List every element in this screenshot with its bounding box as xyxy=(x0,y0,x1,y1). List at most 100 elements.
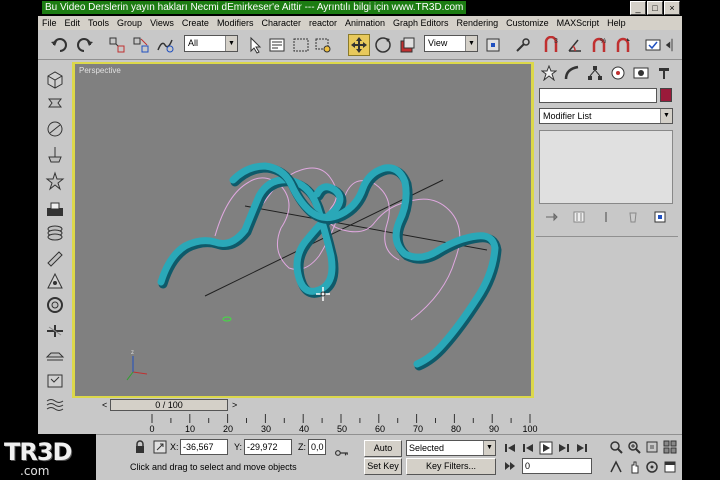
arc-rotate-icon[interactable] xyxy=(644,459,660,475)
maximize-button[interactable]: □ xyxy=(647,1,663,15)
zoom-extents-icon[interactable] xyxy=(644,439,660,455)
angle-snap-icon[interactable] xyxy=(564,34,586,56)
select-and-rotate-icon[interactable] xyxy=(372,34,394,56)
modifier-stack[interactable] xyxy=(539,130,673,204)
object-color-swatch[interactable] xyxy=(660,88,672,102)
named-selection-sets-icon[interactable] xyxy=(642,34,664,56)
helpers-icon[interactable] xyxy=(44,170,66,192)
show-end-result-icon[interactable] xyxy=(572,210,586,227)
patch-grids-icon[interactable] xyxy=(44,246,66,268)
select-and-manipulate-icon[interactable] xyxy=(512,34,534,56)
make-unique-icon[interactable] xyxy=(599,210,613,227)
menu-animation[interactable]: Animation xyxy=(345,18,385,28)
motion-tab-icon[interactable] xyxy=(607,64,628,82)
key-mode-toggle-icon[interactable] xyxy=(502,458,518,474)
reference-coordinate-dropdown[interactable]: View ▼ xyxy=(424,35,478,52)
previous-frame-icon[interactable] xyxy=(520,440,536,456)
key-filters-button[interactable]: Key Filters... xyxy=(406,458,496,475)
zoom-extents-all-icon[interactable] xyxy=(662,439,678,455)
display-tab-icon[interactable] xyxy=(630,64,651,82)
use-pivot-center-icon[interactable] xyxy=(482,34,504,56)
field-of-view-icon[interactable] xyxy=(608,459,624,475)
menu-graph-editors[interactable]: Graph Editors xyxy=(393,18,449,28)
rectangular-selection-icon[interactable] xyxy=(290,34,312,56)
time-slider[interactable]: < 0 / 100 > xyxy=(72,398,534,412)
bind-space-warp-icon[interactable] xyxy=(154,34,176,56)
menu-create[interactable]: Create xyxy=(182,18,209,28)
select-by-name-icon[interactable] xyxy=(266,34,288,56)
pin-stack-icon[interactable] xyxy=(545,210,559,227)
y-coordinate-field[interactable]: -29,972 xyxy=(244,439,292,455)
select-and-scale-icon[interactable] xyxy=(396,34,418,56)
mr-objects-icon[interactable] xyxy=(44,320,66,342)
current-frame-field[interactable]: 0 xyxy=(522,458,592,474)
tube-object[interactable] xyxy=(157,176,344,295)
mirror-icon[interactable] xyxy=(664,34,680,56)
track-bar[interactable]: 0 10 20 30 40 50 60 70 80 90 100 xyxy=(72,412,538,434)
dynamics-icon[interactable] xyxy=(44,294,66,316)
selection-filter-dropdown[interactable]: All ▼ xyxy=(184,35,238,52)
menu-rendering[interactable]: Rendering xyxy=(457,18,499,28)
pan-view-icon[interactable] xyxy=(626,459,642,475)
select-object-icon[interactable] xyxy=(244,34,266,56)
zoom-icon[interactable] xyxy=(608,439,624,455)
menu-views[interactable]: Views xyxy=(150,18,174,28)
sphere-icon[interactable] xyxy=(44,118,66,140)
play-icon[interactable] xyxy=(538,440,554,456)
go-to-end-icon[interactable] xyxy=(574,440,590,456)
select-and-move-icon[interactable] xyxy=(348,34,370,56)
particles-icon[interactable] xyxy=(44,222,66,244)
menu-group[interactable]: Group xyxy=(117,18,142,28)
create-tab-icon[interactable] xyxy=(538,64,559,82)
menu-character[interactable]: Character xyxy=(261,18,301,28)
key-mode-dropdown[interactable]: Selected ▼ xyxy=(406,440,496,456)
lights-icon[interactable] xyxy=(44,144,66,166)
menu-file[interactable]: File xyxy=(42,18,57,28)
nurbs-icon[interactable] xyxy=(44,270,66,292)
configure-modifier-sets-icon[interactable] xyxy=(653,210,667,227)
perspective-viewport[interactable]: Perspective z xyxy=(75,64,531,396)
go-to-start-icon[interactable] xyxy=(502,440,518,456)
viewport-label[interactable]: Perspective xyxy=(79,66,121,75)
minimize-button[interactable]: _ xyxy=(630,1,646,15)
spinner-snap-icon[interactable] xyxy=(612,34,634,56)
shapes-icon[interactable] xyxy=(44,92,66,114)
close-button[interactable]: × xyxy=(664,1,680,15)
modify-tab-icon[interactable] xyxy=(561,64,582,82)
menu-tools[interactable]: Tools xyxy=(88,18,109,28)
unlink-selection-icon[interactable] xyxy=(130,34,152,56)
z-coordinate-field[interactable]: 0,0 xyxy=(308,439,326,455)
systems-icon[interactable] xyxy=(44,370,66,392)
surface-tools-icon[interactable] xyxy=(44,344,66,366)
object-name-field[interactable] xyxy=(539,88,657,103)
key-mode-icon[interactable] xyxy=(330,445,354,461)
menu-help[interactable]: Help xyxy=(607,18,626,28)
undo-icon[interactable] xyxy=(48,34,70,56)
zoom-all-icon[interactable] xyxy=(626,439,642,455)
time-slider-thumb[interactable]: 0 / 100 xyxy=(110,399,228,411)
next-frame-icon[interactable] xyxy=(556,440,572,456)
cube-objects-icon[interactable] xyxy=(44,68,66,90)
modifier-list-dropdown[interactable]: Modifier List ▼ xyxy=(539,108,673,124)
compound-objects-icon[interactable] xyxy=(44,198,66,220)
time-slider-next[interactable]: > xyxy=(232,400,237,410)
select-and-link-icon[interactable] xyxy=(106,34,128,56)
menu-modifiers[interactable]: Modifiers xyxy=(217,18,254,28)
hierarchy-tab-icon[interactable] xyxy=(584,64,605,82)
time-slider-prev[interactable]: < xyxy=(102,400,107,410)
lock-selection-icon[interactable] xyxy=(132,439,148,455)
set-key-button[interactable]: Set Key xyxy=(364,458,402,475)
space-warps-icon[interactable] xyxy=(44,394,66,416)
auto-key-button[interactable]: Auto Key xyxy=(364,440,402,468)
absolute-mode-icon[interactable] xyxy=(152,439,168,455)
menu-customize[interactable]: Customize xyxy=(506,18,549,28)
remove-modifier-icon[interactable] xyxy=(626,210,640,227)
menu-edit[interactable]: Edit xyxy=(65,18,81,28)
maximize-viewport-icon[interactable] xyxy=(662,459,678,475)
redo-icon[interactable] xyxy=(74,34,96,56)
menu-reactor[interactable]: reactor xyxy=(309,18,337,28)
x-coordinate-field[interactable]: -36,567 xyxy=(180,439,228,455)
snaps-toggle-icon[interactable]: 3 xyxy=(540,34,562,56)
menu-maxscript[interactable]: MAXScript xyxy=(557,18,600,28)
percent-snap-icon[interactable]: % xyxy=(588,34,610,56)
